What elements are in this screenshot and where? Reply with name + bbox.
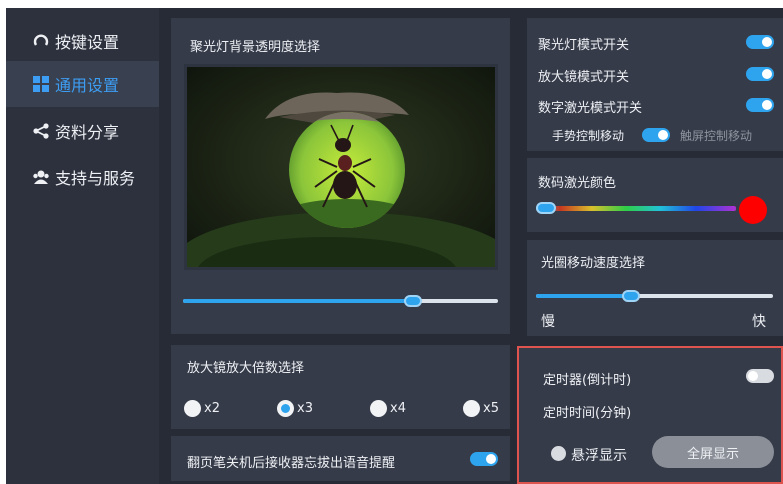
timer-toggle[interactable] [746,369,774,383]
laser-mode-toggle[interactable] [746,98,774,112]
touch-control-label[interactable]: 触屏控制移动 [680,127,752,144]
radio-label: x3 [297,401,313,416]
sidebar-item-label: 支持与服务 [55,169,136,188]
laser-color-swatch [739,196,767,224]
sidebar-item-support[interactable]: 支持与服务 [6,154,159,200]
fast-label: 快 [752,314,766,330]
spotlight-opacity-fill [183,299,413,303]
sidebar: 按键设置 通用设置 资料分享 支持与服务 [6,8,159,484]
aperture-speed-fill [536,294,631,298]
aperture-speed-title: 光圈移动速度选择 [541,256,646,271]
magnification-option-x2[interactable]: x2 [184,400,220,417]
radio-button[interactable] [277,400,294,417]
magnifier-mode-label: 放大镜模式开关 [538,70,630,85]
radio-label: x5 [483,401,499,416]
spotlight-opacity-thumb[interactable] [404,295,422,307]
spotlight-mode-toggle[interactable] [746,35,774,49]
magnification-title: 放大镜放大倍数选择 [187,361,305,376]
sidebar-item-label: 资料分享 [55,123,120,142]
sidebar-item-key-settings[interactable]: 按键设置 [6,18,159,64]
spotlight-mode-label: 聚光灯模式开关 [538,38,630,53]
aperture-speed-thumb[interactable] [622,290,640,302]
share-icon [32,122,50,140]
float-display-label[interactable]: 悬浮显示 [571,445,627,465]
users-icon [32,168,50,186]
magnification-option-x4[interactable]: x4 [370,400,406,417]
radio-label: x4 [390,401,406,416]
receiver-reminder-label: 翻页笔关机后接收器忘拔出语音提醒 [187,456,396,471]
timer-label: 定时器(倒计时) [543,373,632,388]
gesture-control-label[interactable]: 手势控制移动 [552,127,624,144]
timer-minutes-label: 定时时间(分钟) [543,406,632,421]
sidebar-item-resource-share[interactable]: 资料分享 [6,108,159,154]
radio-label: x2 [204,401,220,416]
radio-button[interactable] [370,400,387,417]
laser-color-thumb[interactable] [536,202,556,214]
sidebar-item-general-settings[interactable]: 通用设置 [6,61,159,107]
sidebar-item-label: 通用设置 [55,76,120,95]
radio-button[interactable] [184,400,201,417]
gesture-touch-toggle[interactable] [642,128,670,142]
magnification-option-x3[interactable]: x3 [277,400,313,417]
receiver-reminder-toggle[interactable] [470,452,498,466]
laser-color-title: 数码激光颜色 [538,176,617,191]
laser-color-spectrum[interactable] [536,206,736,211]
spotlight-preview-image [184,64,498,270]
float-display-radio[interactable] [551,446,566,461]
fullscreen-display-button[interactable]: 全屏显示 [652,436,774,468]
radio-button[interactable] [463,400,480,417]
magnification-option-x5[interactable]: x5 [463,400,499,417]
sidebar-item-label: 按键设置 [55,33,120,52]
slow-label: 慢 [541,314,555,330]
laser-mode-label: 数字激光模式开关 [538,101,643,116]
loop-icon [32,32,50,50]
magnifier-mode-toggle[interactable] [746,67,774,81]
spotlight-opacity-title: 聚光灯背景透明度选择 [190,40,321,55]
grid-icon [32,75,50,93]
